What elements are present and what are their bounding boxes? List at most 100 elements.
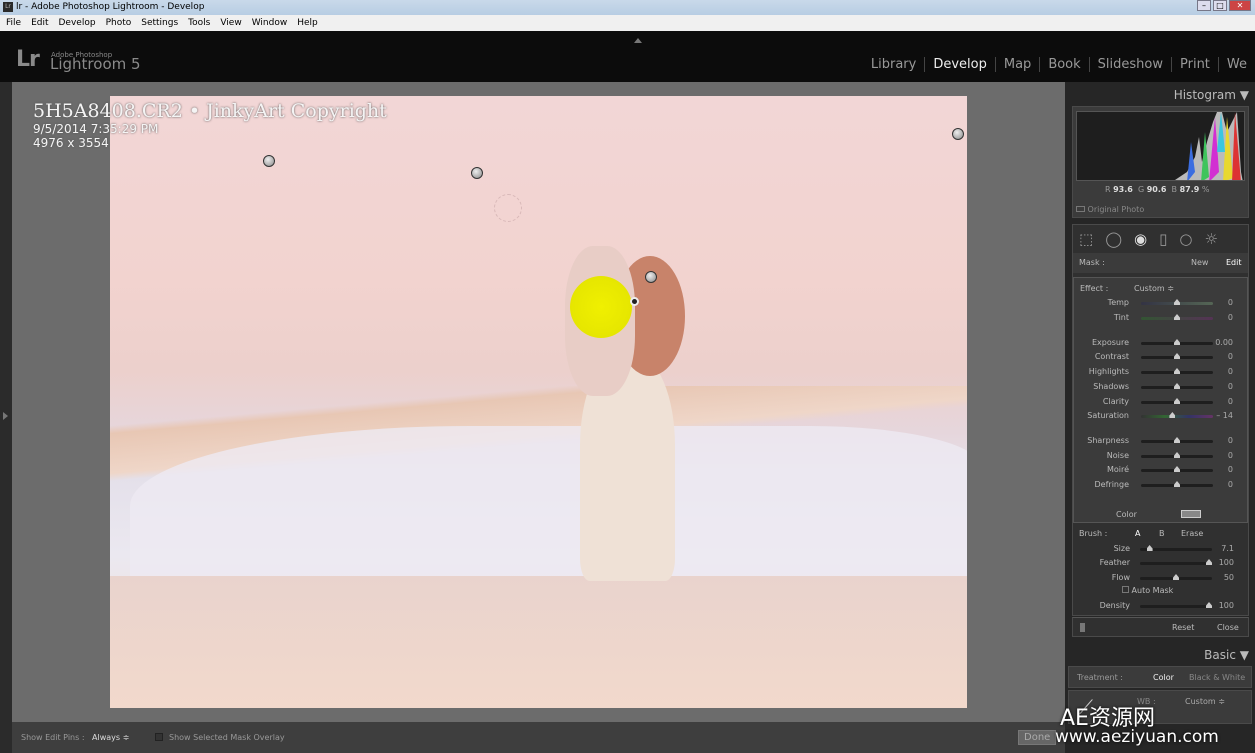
slider-value[interactable]: 0 (1228, 352, 1233, 361)
show-pins-dropdown[interactable]: Always ≑ (92, 733, 129, 742)
defringe-slider[interactable] (1141, 481, 1213, 487)
sharpness-slider[interactable] (1141, 437, 1213, 443)
slider-value[interactable]: 0 (1228, 298, 1233, 307)
auto-mask-checkbox[interactable] (1122, 586, 1129, 593)
expand-left-icon[interactable] (3, 412, 12, 420)
saturation-slider[interactable] (1141, 412, 1213, 418)
slider-value[interactable]: 7.1 (1221, 544, 1234, 553)
maximize-button[interactable]: □ (1213, 0, 1227, 11)
brush-b-tab[interactable]: B (1159, 529, 1165, 538)
module-print[interactable]: Print (1171, 57, 1218, 72)
slider-thumb[interactable] (1174, 368, 1180, 374)
original-photo-checkbox[interactable] (1076, 206, 1085, 212)
left-panel-collapsed[interactable] (0, 82, 12, 753)
menu-edit[interactable]: Edit (31, 15, 48, 31)
exposure-slider[interactable] (1141, 339, 1213, 345)
close-button[interactable]: ✕ (1229, 0, 1251, 11)
slider-thumb[interactable] (1174, 339, 1180, 345)
red-eye-icon[interactable]: ◉ (1134, 230, 1147, 248)
slider-thumb[interactable] (1174, 437, 1180, 443)
slider-thumb[interactable] (1174, 299, 1180, 305)
minimize-button[interactable]: – (1197, 0, 1211, 11)
noise-slider[interactable] (1141, 452, 1213, 458)
slider-value[interactable]: 0 (1228, 480, 1233, 489)
mask-edit-button[interactable]: Edit (1226, 258, 1242, 267)
slider-value[interactable]: 0 (1228, 367, 1233, 376)
slider-thumb[interactable] (1174, 466, 1180, 472)
slider-thumb[interactable] (1174, 314, 1180, 320)
module-develop[interactable]: Develop (924, 57, 995, 72)
menu-view[interactable]: View (220, 15, 241, 31)
spot-removal-icon[interactable]: ◯ (1105, 230, 1122, 248)
histogram-header[interactable]: Histogram ▼ (1174, 88, 1249, 102)
contrast-slider[interactable] (1141, 353, 1213, 359)
size-slider[interactable] (1140, 545, 1212, 551)
slider-thumb[interactable] (1174, 383, 1180, 389)
clarity-slider[interactable] (1141, 398, 1213, 404)
effect-preset-dropdown[interactable]: Custom ≑ (1134, 284, 1174, 293)
slider-thumb[interactable] (1174, 398, 1180, 404)
feather-slider[interactable] (1140, 559, 1212, 565)
slider-value[interactable]: 0 (1228, 382, 1233, 391)
shadows-slider[interactable] (1141, 383, 1213, 389)
flow-slider[interactable] (1140, 574, 1212, 580)
menu-file[interactable]: File (6, 15, 21, 31)
module-library[interactable]: Library (863, 57, 924, 72)
menu-window[interactable]: Window (252, 15, 288, 31)
menu-settings[interactable]: Settings (141, 15, 178, 31)
slider-thumb[interactable] (1174, 353, 1180, 359)
highlights-slider[interactable] (1141, 368, 1213, 374)
basic-header[interactable]: Basic ▼ (1204, 648, 1249, 662)
module-we[interactable]: We (1217, 57, 1255, 72)
slider-value[interactable]: 0 (1228, 313, 1233, 322)
slider-thumb[interactable] (1173, 574, 1179, 580)
treatment-bw[interactable]: Black & White (1189, 673, 1245, 682)
radial-filter-icon[interactable]: ○ (1179, 230, 1192, 248)
reset-button[interactable]: Reset (1172, 623, 1194, 632)
slider-value[interactable]: 50 (1224, 573, 1234, 582)
adjustment-brush-icon[interactable]: ☼ (1204, 230, 1217, 248)
slider-value[interactable]: 0 (1228, 465, 1233, 474)
edit-pin[interactable] (645, 271, 657, 283)
menu-develop[interactable]: Develop (59, 15, 96, 31)
slider-value[interactable]: 100 (1219, 601, 1234, 610)
treatment-color[interactable]: Color (1153, 673, 1174, 682)
module-map[interactable]: Map (994, 57, 1039, 72)
slider-thumb[interactable] (1169, 412, 1176, 418)
mask-new-button[interactable]: New (1191, 258, 1208, 267)
slider-value[interactable]: – 14 (1216, 411, 1233, 420)
menu-help[interactable]: Help (297, 15, 318, 31)
panel-toggle-switch[interactable] (1080, 623, 1085, 632)
color-swatch[interactable] (1181, 510, 1201, 518)
brush-erase-tab[interactable]: Erase (1181, 529, 1203, 538)
slider-value[interactable]: 0 (1228, 397, 1233, 406)
done-button[interactable]: Done (1018, 730, 1057, 745)
slider-thumb[interactable] (1174, 481, 1180, 487)
slider-value[interactable]: 0.00 (1215, 338, 1233, 347)
photo[interactable] (110, 96, 967, 708)
edit-pin[interactable] (952, 128, 964, 140)
graduated-filter-icon[interactable]: ▯ (1159, 230, 1167, 248)
edit-pin[interactable] (263, 155, 275, 167)
collapse-top-arrow-icon[interactable] (634, 34, 642, 43)
slider-value[interactable]: 0 (1228, 451, 1233, 460)
slider-value[interactable]: 0 (1228, 436, 1233, 445)
mask-overlay-checkbox[interactable] (155, 733, 163, 741)
module-slideshow[interactable]: Slideshow (1088, 57, 1171, 72)
selected-edit-pin[interactable] (630, 297, 639, 306)
slider-value[interactable]: 100 (1219, 558, 1234, 567)
density-slider[interactable] (1140, 602, 1212, 608)
brush-a-tab[interactable]: A (1135, 529, 1140, 538)
slider-thumb[interactable] (1206, 602, 1212, 608)
edit-pin[interactable] (471, 167, 483, 179)
moiré-slider[interactable] (1141, 466, 1213, 472)
menu-photo[interactable]: Photo (106, 15, 132, 31)
wb-dropdown[interactable]: Custom ≑ (1185, 697, 1225, 706)
crop-tool-icon[interactable]: ⬚ (1079, 230, 1093, 248)
slider-thumb[interactable] (1206, 559, 1212, 565)
tint-slider[interactable] (1141, 314, 1213, 320)
close-button[interactable]: Close (1217, 623, 1239, 632)
slider-thumb[interactable] (1174, 452, 1180, 458)
module-book[interactable]: Book (1039, 57, 1088, 72)
slider-thumb[interactable] (1146, 545, 1153, 551)
